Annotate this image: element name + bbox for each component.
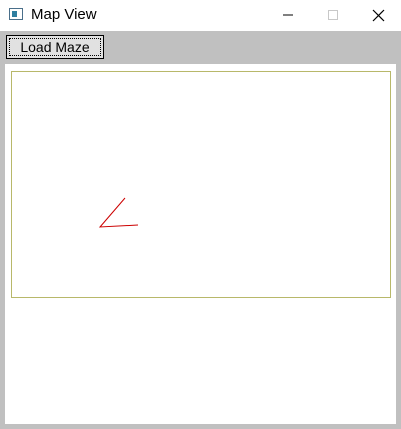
- path-stroke: [98, 197, 139, 228]
- window-title: Map View: [31, 6, 97, 23]
- map-canvas[interactable]: [11, 71, 391, 298]
- maximize-icon: [328, 10, 338, 20]
- minimize-button[interactable]: [265, 0, 311, 30]
- app-window-icon: [9, 8, 23, 20]
- load-maze-button[interactable]: Load Maze: [6, 35, 104, 59]
- close-button[interactable]: [355, 0, 401, 30]
- map-drawing: [98, 197, 139, 228]
- close-icon: [372, 9, 384, 21]
- title-bar[interactable]: Map View: [0, 0, 401, 31]
- map-view-window: Map View Load Maze: [0, 0, 401, 429]
- minimize-icon: [283, 14, 293, 16]
- maximize-button[interactable]: [310, 0, 356, 30]
